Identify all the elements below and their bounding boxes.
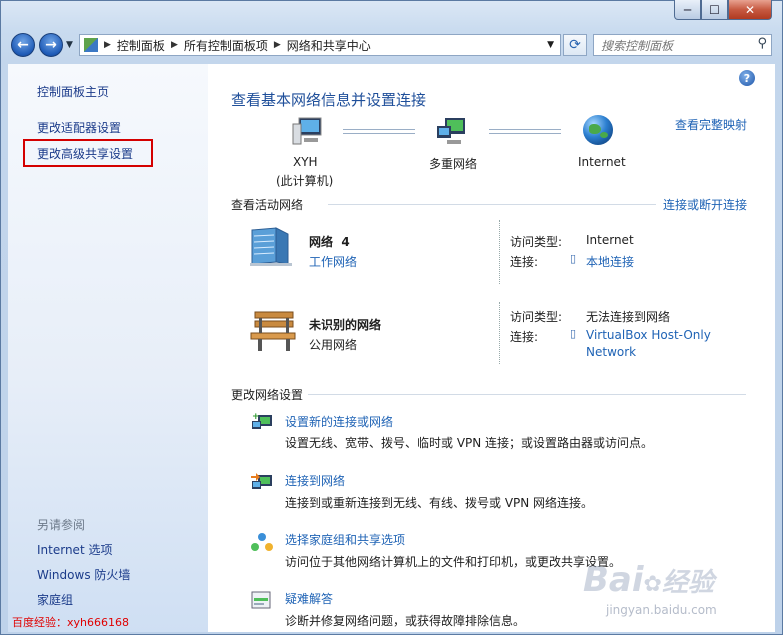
- public-network-bench-icon: [249, 308, 299, 354]
- new-connection-icon: +: [250, 411, 274, 433]
- task-description: 连接到或重新连接到无线、有线、拨号或 VPN 网络连接。: [285, 496, 594, 510]
- computer-sub: (此计算机): [276, 174, 334, 188]
- access-type-value: 无法连接到网络: [586, 310, 671, 324]
- watermark-left: 百度经验：xyh666168: [12, 616, 129, 629]
- network-name: 网络 4: [309, 235, 350, 249]
- active-networks-title: 查看活动网络: [231, 198, 304, 212]
- multi-network-label: 多重网络: [429, 157, 478, 171]
- globe-icon: [583, 115, 613, 145]
- internet-label: Internet: [578, 155, 626, 169]
- connect-disconnect-link[interactable]: 连接或断开连接: [663, 196, 747, 213]
- watermark-brand: Bai✿经验: [583, 560, 714, 600]
- svg-text:+: +: [252, 412, 260, 422]
- computer-name: XYH: [293, 155, 318, 169]
- access-type-label: 访问类型:: [510, 235, 563, 249]
- troubleshoot-icon: [250, 589, 274, 611]
- sidebar-link-adapter[interactable]: 更改适配器设置: [37, 119, 121, 136]
- chevron-right-icon[interactable]: ▶: [274, 40, 281, 50]
- help-icon[interactable]: ?: [739, 70, 755, 86]
- access-type-value: Internet: [586, 233, 634, 247]
- task-description: 设置无线、宽带、拨号、临时或 VPN 连接；或设置路由器或访问点。: [285, 436, 654, 450]
- ethernet-icon: ▯: [570, 327, 577, 340]
- minimize-button[interactable]: ─: [674, 0, 701, 20]
- network-name: 未识别的网络: [309, 318, 382, 332]
- watermark-url: jingyan.baidu.com: [606, 603, 717, 617]
- map-link-line: [343, 129, 415, 134]
- network-type-link[interactable]: 工作网络: [309, 253, 357, 270]
- task-setup-connection-link[interactable]: 设置新的连接或网络: [285, 413, 393, 430]
- task-homegroup-link[interactable]: 选择家庭组和共享选项: [285, 531, 405, 548]
- divider: [328, 204, 656, 205]
- breadcrumb-all-items[interactable]: 所有控制面板项: [184, 37, 268, 54]
- breadcrumb-control-panel[interactable]: 控制面板: [117, 37, 165, 54]
- arrow-right-icon: →: [45, 37, 57, 53]
- divider: [308, 394, 746, 395]
- see-also-title: 另请参阅: [37, 518, 86, 532]
- task-description: 访问位于其他网络计算机上的文件和打印机，或更改共享设置。: [285, 555, 622, 569]
- control-panel-icon: [84, 38, 98, 52]
- chevron-right-icon: ▶: [104, 40, 111, 50]
- paw-icon: ✿: [643, 572, 662, 597]
- connect-network-icon: [250, 471, 274, 493]
- back-button[interactable]: ←: [11, 33, 35, 57]
- virtualbox-connection-link[interactable]: VirtualBox Host-Only: [586, 328, 711, 342]
- homegroup-icon: [250, 531, 274, 553]
- sidebar-link-home[interactable]: 控制面板主页: [37, 83, 109, 100]
- refresh-icon: ⟳: [569, 37, 581, 53]
- search-icon[interactable]: ⚲: [757, 36, 767, 51]
- task-description: 诊断并修复网络问题，或获得故障排除信息。: [285, 614, 526, 628]
- search-box[interactable]: ⚲: [593, 34, 772, 56]
- maximize-button[interactable]: ☐: [701, 0, 728, 20]
- change-settings-title: 更改网络设置: [231, 388, 304, 402]
- refresh-button[interactable]: ⟳: [563, 34, 587, 56]
- highlight-box: [23, 139, 153, 167]
- multiple-networks-icon: [435, 114, 469, 148]
- forward-button[interactable]: →: [39, 33, 63, 57]
- sidebar-link-homegroup[interactable]: 家庭组: [37, 591, 73, 608]
- chevron-right-icon[interactable]: ▶: [171, 40, 178, 50]
- sidebar-link-internet-options[interactable]: Internet 选项: [37, 541, 112, 558]
- task-connect-network-link[interactable]: 连接到网络: [285, 472, 345, 489]
- connection-label: 连接:: [510, 330, 539, 344]
- network-type: 公用网络: [309, 338, 358, 352]
- divider: [499, 220, 501, 284]
- address-dropdown-icon[interactable]: ▼: [547, 40, 554, 50]
- search-input[interactable]: [599, 36, 753, 56]
- divider: [499, 302, 501, 364]
- view-full-map-link[interactable]: 查看完整映射: [675, 116, 747, 133]
- task-troubleshoot-link[interactable]: 疑难解答: [285, 590, 333, 607]
- breadcrumb-network-center[interactable]: 网络和共享中心: [287, 37, 371, 54]
- local-connection-link[interactable]: 本地连接: [586, 253, 634, 270]
- address-bar[interactable]: ▶ 控制面板 ▶ 所有控制面板项 ▶ 网络和共享中心 ▼: [79, 34, 561, 56]
- connection-label: 连接:: [510, 255, 539, 269]
- sidebar-link-firewall[interactable]: Windows 防火墙: [37, 566, 130, 583]
- page-title: 查看基本网络信息并设置连接: [231, 91, 427, 109]
- computer-icon: [290, 114, 324, 148]
- history-dropdown[interactable]: ▼: [66, 40, 73, 50]
- arrow-left-icon: ←: [17, 37, 29, 53]
- map-link-line: [489, 129, 561, 134]
- ethernet-icon: ▯: [570, 252, 577, 265]
- close-button[interactable]: ✕: [728, 0, 772, 20]
- virtualbox-connection-link-line2[interactable]: Network: [586, 345, 636, 359]
- access-type-label: 访问类型:: [510, 310, 563, 324]
- work-network-icon: [248, 226, 294, 268]
